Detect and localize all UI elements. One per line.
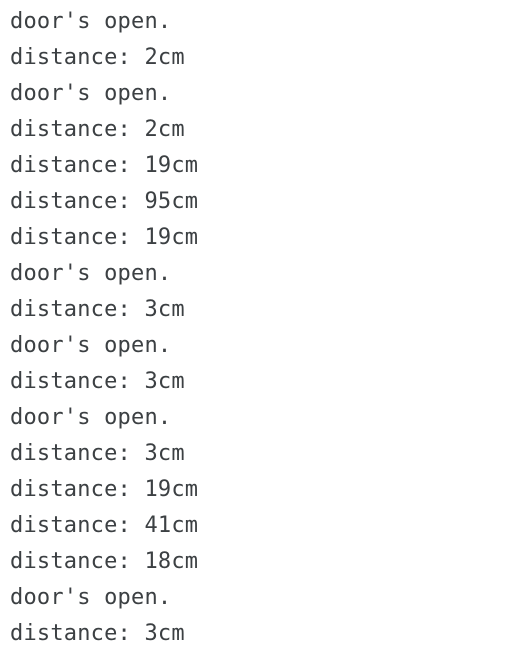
console-line: door's open. xyxy=(10,405,172,430)
console-line: door's open. xyxy=(10,261,172,286)
console-line: distance: 3cm xyxy=(10,441,185,466)
console-line: distance: 19cm xyxy=(10,477,199,502)
console-line: distance: 19cm xyxy=(10,225,199,250)
console-line: distance: 2cm xyxy=(10,45,185,70)
console-output: door's open. distance: 2cm door's open. … xyxy=(0,0,518,658)
console-line: distance: 3cm xyxy=(10,297,185,322)
console-line: door's open. xyxy=(10,81,172,106)
console-line: door's open. xyxy=(10,333,172,358)
console-line: distance: 2cm xyxy=(10,117,185,142)
console-line: distance: 19cm xyxy=(10,153,199,178)
console-line: distance: 3cm xyxy=(10,369,185,394)
console-line: distance: 3cm xyxy=(10,621,185,646)
console-line: door's open. xyxy=(10,585,172,610)
console-line: distance: 41cm xyxy=(10,513,199,538)
console-line: distance: 18cm xyxy=(10,549,199,574)
console-line: distance: 95cm xyxy=(10,189,199,214)
console-line: door's open. xyxy=(10,9,172,34)
